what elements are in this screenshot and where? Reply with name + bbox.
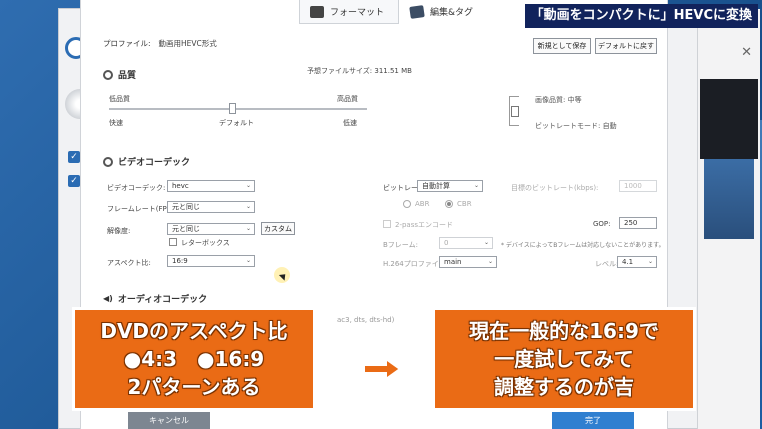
resolution-label: 解像度: bbox=[107, 227, 131, 235]
custom-button[interactable]: カスタム bbox=[261, 222, 295, 235]
video-codec-heading: ビデオコーデック bbox=[103, 155, 190, 168]
tab-edit-tag[interactable]: 編集&タグ bbox=[399, 0, 489, 24]
bitrate-mode-info: ビットレートモード: 自動 bbox=[535, 122, 617, 130]
gop-input[interactable]: 250 bbox=[619, 217, 657, 229]
callout-left: DVDのアスペクト比 ●4:3 ●16:9 2パターンある bbox=[72, 307, 316, 411]
chevron-down-icon: ⌄ bbox=[245, 182, 251, 189]
cbr-label: CBR bbox=[457, 200, 472, 208]
codec-select[interactable]: hevc ⌄ bbox=[167, 180, 255, 192]
low-quality-label: 低品質 bbox=[109, 95, 130, 103]
tab-edit-tag-label: 編集&タグ bbox=[430, 8, 474, 18]
tab-format[interactable]: フォーマット bbox=[299, 0, 400, 24]
bframe-label: Bフレーム: bbox=[383, 241, 418, 249]
callout-right-line: 現在一般的な16:9で bbox=[469, 319, 659, 343]
background-right-panel: ✕ bbox=[697, 9, 760, 429]
quality-heading-label: 品質 bbox=[118, 71, 137, 81]
aspect-label: アスペクト比: bbox=[107, 259, 151, 267]
cbr-radio[interactable] bbox=[445, 200, 453, 208]
bitrate-select[interactable]: 自動計算 ⌄ bbox=[417, 180, 483, 192]
callout-left-line: ●4:3 ●16:9 bbox=[123, 347, 265, 371]
callout-left-line: 2パターンある bbox=[127, 375, 261, 399]
video-caption-banner: 「動画をコンパクトに」HEVCに変換 bbox=[524, 4, 758, 28]
profile-label: プロファイル: bbox=[103, 39, 151, 48]
fast-label: 快速 bbox=[109, 119, 123, 127]
h264-profile-select[interactable]: main ⌄ bbox=[439, 256, 497, 268]
callout-right-line: 調整するのが吉 bbox=[494, 375, 634, 399]
chevron-down-icon: ⌄ bbox=[487, 258, 493, 265]
estimated-size: 予想ファイルサイズ: 311.51 MB bbox=[307, 67, 412, 75]
default-label: デフォルト bbox=[219, 119, 254, 127]
quality-slider-thumb[interactable] bbox=[229, 103, 236, 114]
resolution-select-value: 元と同じ bbox=[172, 225, 200, 233]
chevron-down-icon: ⌄ bbox=[245, 225, 251, 232]
done-button[interactable]: 完了 bbox=[552, 412, 634, 429]
h264-profile-select-value: main bbox=[444, 258, 462, 266]
bframe-note: * デバイスによってBフレームは対応しないことがあります。 bbox=[501, 242, 665, 249]
format-icon bbox=[310, 5, 324, 18]
bitrate-select-value: 自動計算 bbox=[422, 182, 450, 190]
framerate-select[interactable]: 元と同じ ⌄ bbox=[167, 201, 255, 213]
level-select[interactable]: 4.1 ⌄ bbox=[617, 256, 657, 268]
tab-bar: フォーマット 編集&タグ bbox=[299, 0, 489, 24]
profile-value: 動画用HEVC形式 bbox=[158, 39, 217, 48]
cancel-button[interactable]: キャンセル bbox=[128, 412, 210, 429]
preview-thumbnail bbox=[704, 159, 754, 239]
preview-area bbox=[700, 79, 758, 159]
letterbox-checkbox[interactable] bbox=[169, 238, 177, 246]
right-arrow-icon bbox=[363, 358, 402, 380]
close-icon[interactable]: ✕ bbox=[741, 45, 752, 60]
checkbox-checked-icon[interactable]: ✓ bbox=[68, 151, 80, 163]
audio-codec-heading-label: オーディオコーデック bbox=[117, 295, 208, 305]
gear-icon bbox=[103, 69, 113, 80]
level-select-value: 4.1 bbox=[622, 258, 634, 266]
aspect-select-value: 16:9 bbox=[172, 257, 188, 265]
restore-default-button[interactable]: デフォルトに戻す bbox=[595, 38, 657, 54]
chevron-down-icon: ⌄ bbox=[245, 257, 251, 264]
codec-label: ビデオコーデック: bbox=[107, 184, 166, 192]
aspect-select[interactable]: 16:9 ⌄ bbox=[167, 255, 255, 267]
speaker-icon: ◀) bbox=[103, 294, 113, 303]
twopass-label: 2-passエンコード bbox=[395, 221, 454, 229]
file-icon bbox=[511, 106, 519, 117]
image-quality-info: 画像品質: 中等 bbox=[535, 96, 582, 104]
quality-slider-track[interactable] bbox=[109, 108, 367, 110]
profile-row: プロファイル: 動画用HEVC形式 bbox=[103, 38, 217, 49]
target-bitrate-label: 目標のビットレート(kbps): bbox=[511, 184, 599, 192]
save-new-button[interactable]: 新規として保存 bbox=[533, 38, 591, 54]
framerate-label: フレームレート(FPS): bbox=[107, 205, 177, 213]
abr-label: ABR bbox=[415, 200, 430, 208]
video-codec-heading-label: ビデオコーデック bbox=[118, 158, 191, 168]
edit-icon bbox=[409, 4, 425, 19]
chevron-down-icon: ⌄ bbox=[245, 203, 251, 210]
bframe-select-value: 0 bbox=[444, 239, 449, 247]
high-quality-label: 高品質 bbox=[337, 95, 358, 103]
chevron-down-icon: ⌄ bbox=[483, 239, 489, 246]
level-label: レベル: bbox=[595, 260, 619, 268]
checkbox-checked-icon[interactable]: ✓ bbox=[68, 175, 80, 187]
letterbox-label: レターボックス bbox=[181, 239, 230, 247]
gear-icon bbox=[103, 156, 113, 167]
chevron-down-icon: ⌄ bbox=[647, 258, 653, 265]
gop-label: GOP: bbox=[593, 220, 611, 228]
twopass-checkbox[interactable] bbox=[383, 220, 391, 228]
audio-faded-text: ac3, dts, dts-hd) bbox=[337, 316, 395, 324]
bframe-select[interactable]: 0 ⌄ bbox=[439, 237, 493, 249]
audio-codec-heading: ◀) オーディオコーデック bbox=[103, 292, 207, 305]
callout-right-line: 一度試してみて bbox=[494, 347, 634, 371]
tab-format-label: フォーマット bbox=[330, 8, 385, 18]
framerate-select-value: 元と同じ bbox=[172, 203, 200, 211]
callout-right: 現在一般的な16:9で 一度試してみて 調整するのが吉 bbox=[432, 307, 696, 411]
target-bitrate-input[interactable]: 1000 bbox=[619, 180, 657, 192]
chevron-down-icon: ⌄ bbox=[473, 182, 479, 189]
abr-radio[interactable] bbox=[403, 200, 411, 208]
quality-heading: 品質 bbox=[103, 68, 136, 81]
codec-select-value: hevc bbox=[172, 182, 189, 190]
resolution-select[interactable]: 元と同じ ⌄ bbox=[167, 223, 255, 235]
slow-label: 低速 bbox=[343, 119, 357, 127]
callout-left-line: DVDのアスペクト比 bbox=[100, 319, 288, 343]
